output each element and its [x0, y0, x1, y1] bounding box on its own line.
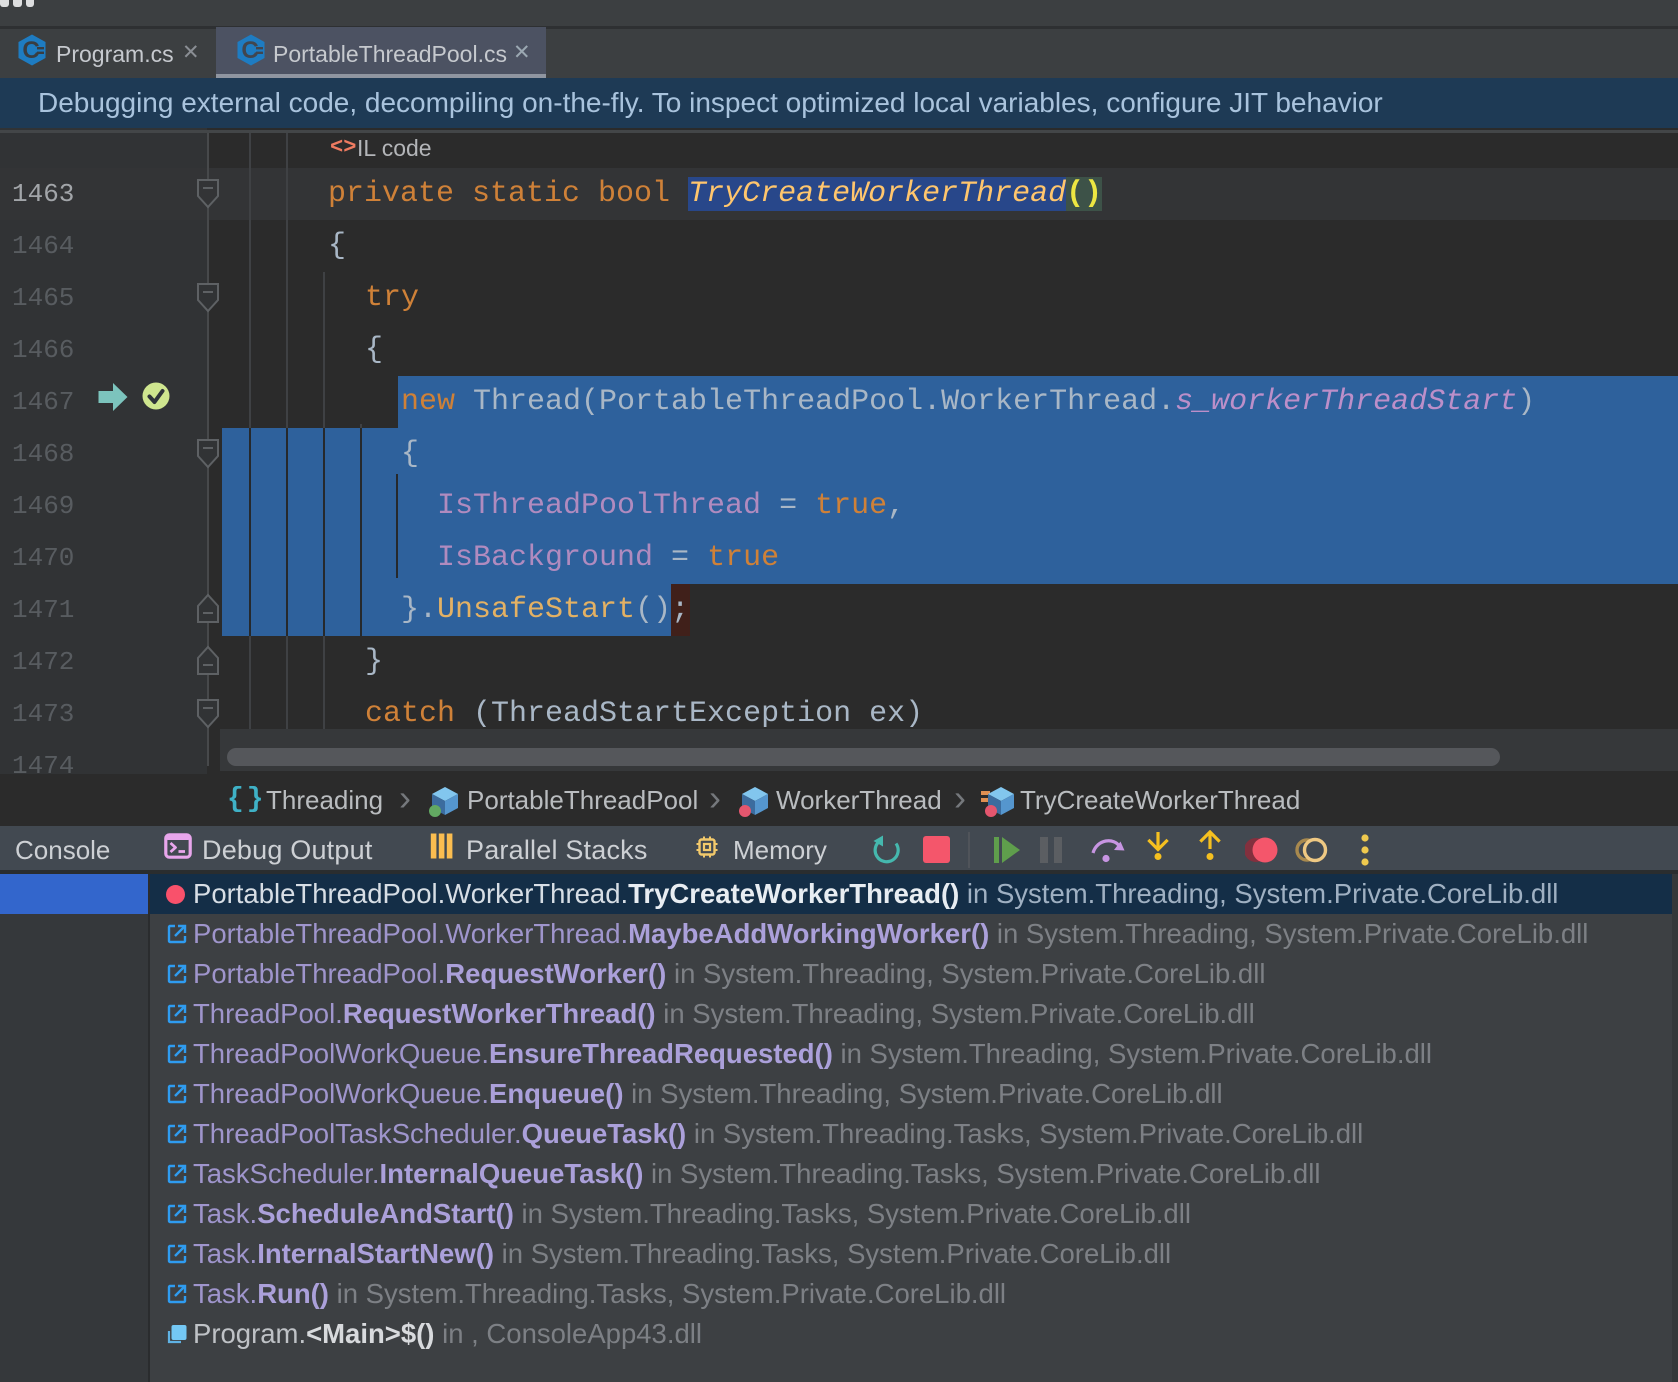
svg-text:C: C	[22, 37, 39, 64]
svg-text:C: C	[241, 37, 258, 64]
